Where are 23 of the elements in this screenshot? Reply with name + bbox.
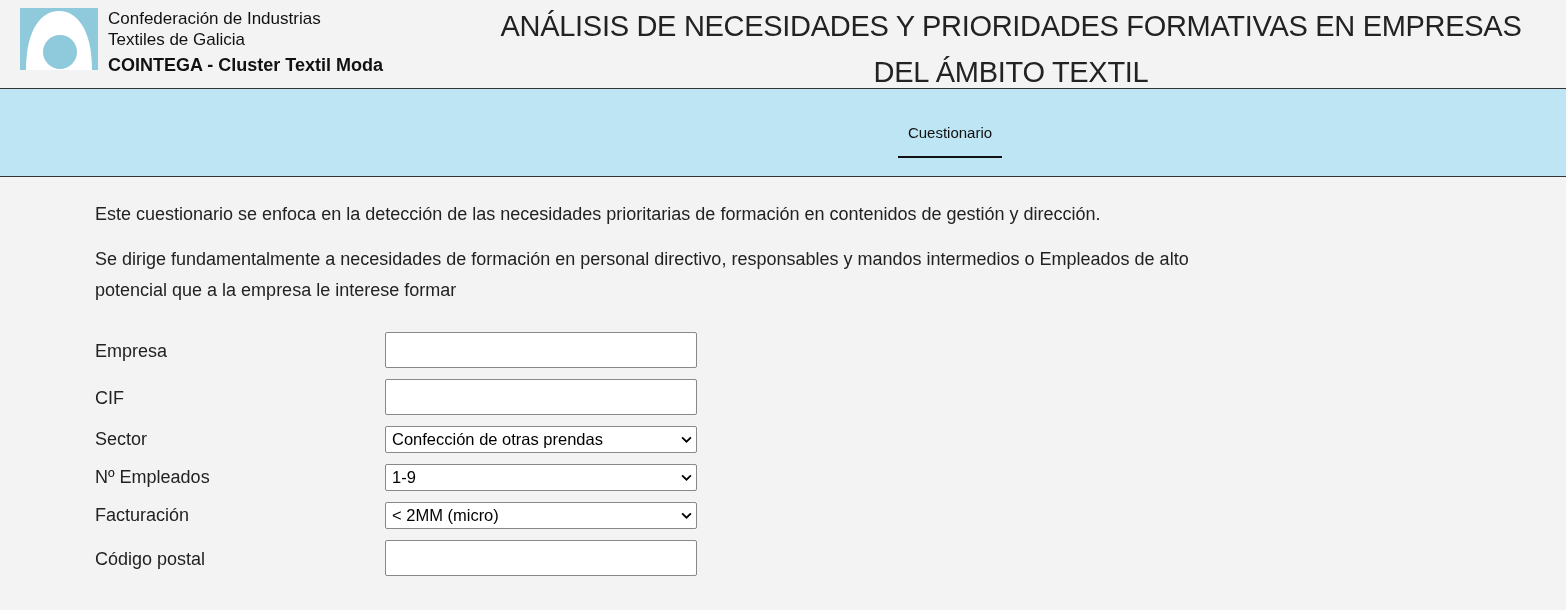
field-label: Nº Empleados [95, 466, 211, 489]
dropdown[interactable]: Confección de otras prendas [385, 426, 697, 453]
logo-icon [20, 8, 98, 70]
organization-name: Textiles de Galicia [108, 29, 246, 50]
intro-paragraph: Se dirige fundamentalmente a necesidades de formación en personal directivo, responsables y mandos intermedios o Empleados de alto potencial que a la empresa le interese formar [95, 248, 1190, 302]
field-label: CIF [95, 387, 125, 410]
chevron-down-icon [681, 436, 692, 443]
organization-name: Confederación de Industrias [108, 8, 322, 29]
input-field[interactable] [385, 332, 697, 368]
chevron-down-icon [681, 512, 692, 519]
dropdown[interactable]: < 2MM (micro) [385, 502, 697, 529]
field-label: Código postal [95, 548, 207, 571]
field-label: Facturación [95, 504, 191, 527]
page-title: ANÁLISIS DE NECESIDADES Y PRIORIDADES FORMATIVAS EN EMPRESAS DEL ÁMBITO TEXTIL [499, 9, 1523, 88]
field-label: Empresa [95, 340, 169, 363]
intro-paragraph: Este cuestionario se enfoca en la detección de las necesidades prioritarias de formación en contenidos de gestión y dirección. [95, 203, 1102, 226]
dropdown[interactable]: 1-9 [385, 464, 697, 491]
field-label: Sector [95, 428, 149, 451]
input-field[interactable] [385, 379, 697, 415]
cluster-name: COINTEGA - Cluster Textil Moda [108, 55, 384, 76]
chevron-down-icon [681, 474, 692, 481]
input-field[interactable] [385, 540, 697, 576]
nav-tab[interactable]: Cuestionario [897, 89, 1003, 158]
